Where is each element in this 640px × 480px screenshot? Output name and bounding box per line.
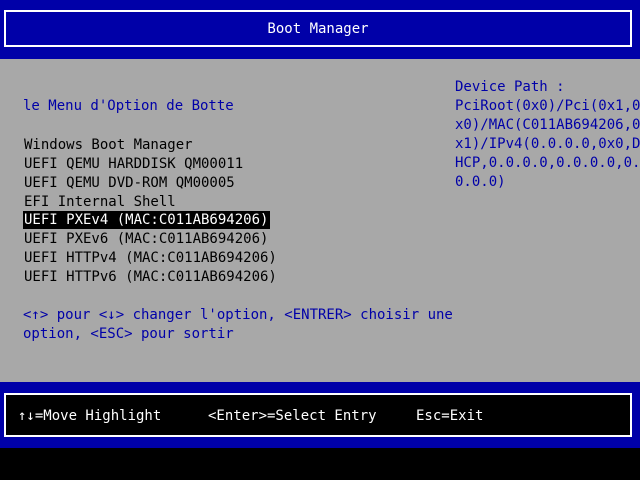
boot-option-qemu-harddisk[interactable]: UEFI QEMU HARDDISK QM00011 bbox=[23, 155, 245, 173]
bottom-strip bbox=[0, 448, 640, 480]
boot-option-windows-boot-manager[interactable]: Windows Boot Manager bbox=[23, 136, 195, 154]
device-path-line: HCP,0.0.0.0,0.0.0.0,0. bbox=[455, 155, 640, 171]
device-path-line: x0)/MAC(C011AB694206,0 bbox=[455, 117, 640, 133]
move-highlight-hint: ↑↓=Move Highlight bbox=[18, 408, 162, 424]
device-path-line: PciRoot(0x0)/Pci(0x1,0 bbox=[455, 98, 640, 114]
boot-option-qemu-dvd-rom[interactable]: UEFI QEMU DVD-ROM QM00005 bbox=[23, 174, 237, 192]
device-path-line: x1)/IPv4(0.0.0.0,0x0,D bbox=[455, 136, 640, 152]
boot-option-efi-internal-shell[interactable]: EFI Internal Shell bbox=[23, 193, 178, 211]
help-text-line-2: option, <ESC> pour sortir bbox=[23, 326, 234, 342]
device-path-line: 0.0.0) bbox=[455, 174, 506, 190]
hint-box: ↑↓=Move Highlight <Enter>=Select Entry E… bbox=[4, 393, 632, 437]
title-bar: Boot Manager bbox=[0, 0, 640, 59]
device-path-label: Device Path : bbox=[455, 79, 565, 95]
exit-hint: Esc=Exit bbox=[416, 408, 484, 424]
title-box: Boot Manager bbox=[4, 10, 632, 47]
boot-option-httpv6[interactable]: UEFI HTTPv6 (MAC:C011AB694206) bbox=[23, 268, 279, 286]
menu-title: le Menu d'Option de Botte bbox=[23, 98, 234, 114]
boot-option-pxev4[interactable]: UEFI PXEv4 (MAC:C011AB694206) bbox=[23, 211, 271, 229]
select-entry-hint: <Enter>=Select Entry bbox=[208, 408, 377, 424]
help-text-line-1: <↑> pour <↓> changer l'option, <ENTRER> … bbox=[23, 307, 453, 323]
page-title: Boot Manager bbox=[267, 20, 369, 37]
main-panel: le Menu d'Option de Botte Windows Boot M… bbox=[0, 59, 640, 382]
footer-bar: ↑↓=Move Highlight <Enter>=Select Entry E… bbox=[0, 382, 640, 448]
boot-option-pxev6[interactable]: UEFI PXEv6 (MAC:C011AB694206) bbox=[23, 230, 270, 248]
boot-option-httpv4[interactable]: UEFI HTTPv4 (MAC:C011AB694206) bbox=[23, 249, 279, 267]
